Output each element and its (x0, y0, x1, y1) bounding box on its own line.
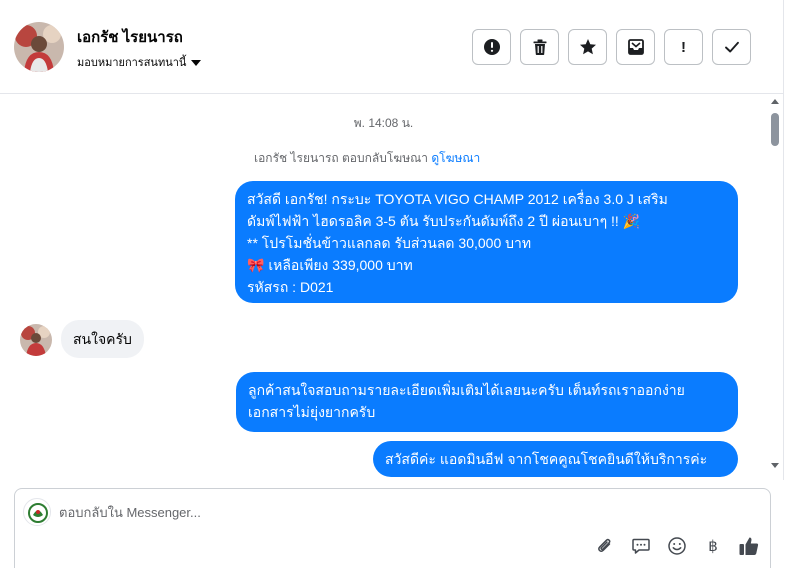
chat-bubble-icon (632, 538, 650, 554)
customer-avatar[interactable] (20, 324, 52, 356)
checkmark-icon (724, 41, 739, 53)
contact-name[interactable]: เอกรัช ไรยนารถ (77, 25, 183, 49)
exclamation-icon: ! (681, 38, 686, 56)
outgoing-message-ad[interactable]: สวัสดี เอกรัช! กระบะ TOYOTA VIGO CHAMP 2… (235, 181, 738, 303)
alert-circle-button[interactable] (472, 29, 511, 65)
saved-replies-button[interactable] (630, 535, 652, 557)
paperclip-icon (598, 538, 611, 553)
message-text: สวัสดีค่ะ แอดมินอีฟ จากโชคคูณโชคยินดีให้… (385, 451, 708, 467)
contact-avatar[interactable] (14, 22, 64, 72)
scroll-down-arrow-icon[interactable] (771, 463, 779, 468)
message-scrollbar[interactable] (767, 95, 783, 480)
message-line: ลูกค้าสนใจสอบถามรายละเอียดเพิ่มเติมได้เล… (248, 382, 685, 398)
reply-composer: ฿ (14, 488, 771, 568)
archive-button[interactable] (616, 29, 655, 65)
outgoing-message-reply-1[interactable]: ลูกค้าสนใจสอบถามรายละเอียดเพิ่มเติมได้เล… (236, 372, 738, 432)
delete-button[interactable] (520, 29, 559, 65)
ad-reply-note: เอกรัช ไรยนารถ ตอบกลับโฆษณา ดูโฆษณา (254, 149, 480, 168)
message-timestamp: พ. 14:08 น. (353, 116, 414, 130)
emoji-button[interactable] (666, 535, 688, 557)
scrollbar-thumb[interactable] (771, 113, 779, 146)
ad-reply-note-text: เอกรัช ไรยนารถ ตอบกลับโฆษณา (254, 151, 428, 165)
message-line: ** โปรโมชั่นข้าวแลกลด รับส่วนลด 30,000 บ… (247, 235, 532, 251)
assign-conversation-dropdown[interactable]: มอบหมายการสนทนานี้ (77, 53, 202, 71)
message-line: ดัมพ์ไฟฟ้า ไฮดรอลิค 3-5 ตัน รับประกันดัม… (247, 213, 641, 229)
thumbs-up-icon (739, 537, 759, 555)
incoming-message[interactable]: สนใจครับ (61, 320, 144, 358)
baht-icon: ฿ (708, 537, 718, 555)
view-ad-link[interactable]: ดูโฆษณา (431, 151, 480, 165)
mark-done-button[interactable] (712, 29, 751, 65)
alert-circle-icon (483, 39, 500, 55)
message-line: รหัสรถ : D021 (247, 279, 334, 295)
message-text: สนใจครับ (73, 331, 132, 347)
star-icon (579, 39, 596, 55)
mark-important-button[interactable]: ! (664, 29, 703, 65)
star-button[interactable] (568, 29, 607, 65)
assign-conversation-label: มอบหมายการสนทนานี้ (77, 57, 187, 69)
conversation-header: เอกรัช ไรยนารถ มอบหมายการสนทนานี้ ! (0, 0, 783, 94)
panel-divider (783, 0, 784, 480)
attach-file-button[interactable] (594, 535, 616, 557)
caret-down-icon (191, 59, 202, 66)
composer-tools: ฿ (594, 535, 760, 557)
emoji-icon (668, 537, 686, 555)
trash-icon (533, 39, 546, 55)
message-line: 🎀 เหลือเพียง 339,000 บาท (247, 257, 413, 273)
archive-inbox-icon (627, 39, 644, 55)
like-button[interactable] (738, 535, 760, 557)
payment-button[interactable]: ฿ (702, 535, 724, 557)
message-line: สวัสดี เอกรัช! กระบะ TOYOTA VIGO CHAMP 2… (247, 191, 668, 207)
reply-input[interactable] (59, 501, 659, 523)
scroll-up-arrow-icon[interactable] (771, 99, 779, 104)
outgoing-message-reply-2[interactable]: สวัสดีค่ะ แอดมินอีฟ จากโชคคูณโชคยินดีให้… (373, 441, 738, 477)
message-line: เอกสารไม่ยุ่งยากครับ (248, 404, 376, 420)
page-avatar (23, 498, 51, 526)
messenger-conversation-panel: เอกรัช ไรยนารถ มอบหมายการสนทนานี้ ! พ. 1… (0, 0, 791, 568)
header-actions: ! (472, 29, 751, 65)
message-list[interactable]: พ. 14:08 น. เอกรัช ไรยนารถ ตอบกลับโฆษณา … (0, 95, 767, 480)
